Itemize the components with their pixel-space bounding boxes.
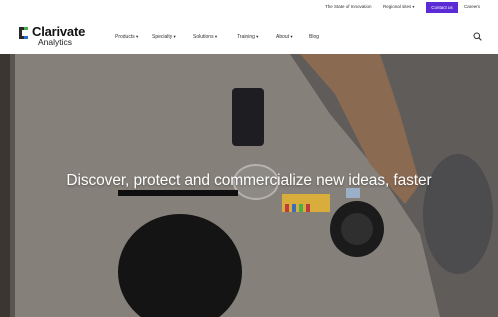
nav-item-training[interactable]: Training <box>237 34 258 40</box>
utility-bar: The State of Innovation Regional sites C… <box>0 0 498 16</box>
careers-link[interactable]: Careers <box>464 4 480 9</box>
site-header: Clarivate Analytics Products Specialty S… <box>0 16 498 50</box>
nav-item-products[interactable]: Products <box>115 34 138 40</box>
utility-link-regional-sites[interactable]: Regional sites <box>383 4 414 9</box>
search-icon[interactable] <box>473 32 482 41</box>
nav-item-blog[interactable]: Blog <box>309 34 319 40</box>
hero-banner: Discover, protect and commercialize new … <box>0 54 498 317</box>
nav-item-solutions[interactable]: Solutions <box>193 34 217 40</box>
clarivate-logo[interactable]: Clarivate Analytics <box>18 24 93 50</box>
utility-link-state-of-innovation[interactable]: The State of Innovation <box>325 4 372 9</box>
contact-us-button[interactable]: Contact us <box>426 2 458 13</box>
clarivate-logo-mark-icon <box>19 27 28 39</box>
brand-subtitle: Analytics <box>38 37 73 47</box>
nav-item-about[interactable]: About <box>276 34 293 40</box>
hero-headline: Discover, protect and commercialize new … <box>66 172 432 189</box>
nav-item-specialty[interactable]: Specialty <box>152 34 176 40</box>
